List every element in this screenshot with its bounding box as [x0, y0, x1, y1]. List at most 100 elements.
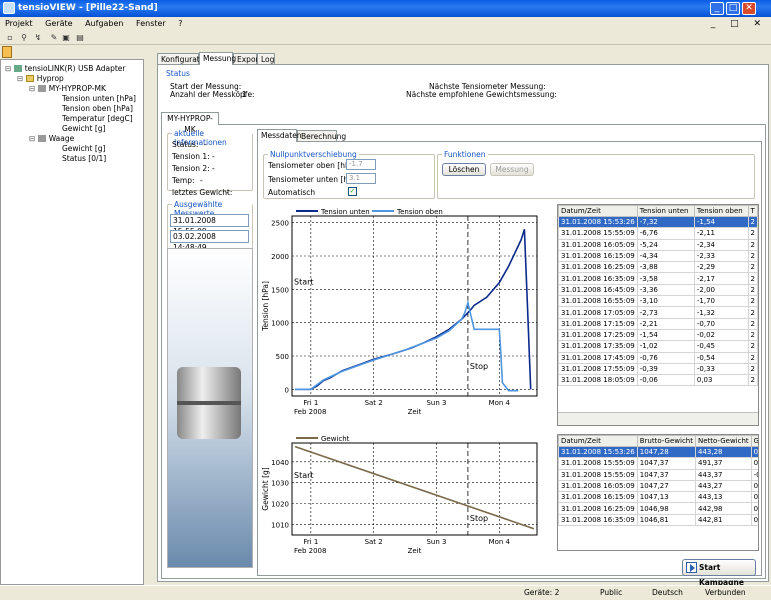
table-cell: -2,11 — [693, 227, 749, 240]
horizontal-scrollbar[interactable] — [558, 412, 758, 425]
window-icon[interactable]: ▤ — [74, 32, 86, 43]
table-row[interactable]: 31.01.2008 16:25:09 -3,88 -2,29 2 — [558, 261, 758, 274]
new-icon[interactable]: ▫ — [4, 32, 16, 43]
mdi-controls[interactable]: _ □ ✕ — [711, 17, 767, 31]
tree-channel[interactable]: Gewicht [g] — [62, 124, 105, 133]
table-cell: -0,76 — [636, 351, 695, 364]
table-row[interactable]: 31.01.2008 16:25:091046,98442,980,30 — [558, 502, 758, 515]
loeschen-button[interactable]: Löschen — [442, 163, 486, 176]
tree-channel[interactable]: Gewicht [g] — [62, 144, 105, 153]
column-header[interactable]: Netto-Gewicht — [694, 435, 752, 447]
table-row[interactable]: 31.01.2008 16:05:091047,27443,270,01 — [558, 479, 758, 493]
menu-aufgaben[interactable]: Aufgaben — [80, 17, 128, 31]
table-cell: -5,24 — [636, 238, 695, 251]
explorer-pin-icon[interactable] — [2, 46, 12, 58]
x-tick-label: Sun 3 — [426, 538, 446, 546]
search-icon[interactable]: ⚲ — [18, 32, 30, 43]
table-row[interactable]: 31.01.2008 16:35:09 -3,58 -2,17 2 — [558, 272, 758, 285]
table-row[interactable]: 31.01.2008 16:15:09 -4,34 -2,33 2 — [558, 249, 758, 263]
table-row[interactable]: 31.01.2008 15:55:091047,37491,370,00 — [558, 457, 758, 470]
window-title-bar[interactable]: tensioVIEW - [Pille22-Sand] — [0, 0, 771, 17]
plot-area — [291, 442, 538, 536]
tree-node-waage[interactable]: ⊟ Waage — [29, 134, 74, 143]
table-row[interactable]: 31.01.2008 15:55:091047,37443,37-0,09 — [558, 468, 758, 481]
table-row[interactable]: 31.01.2008 15:53:26 -7,32 -1,54 2 — [558, 215, 758, 229]
tree-channel[interactable]: Status [0/1] — [62, 154, 106, 163]
maximize-button[interactable]: □ — [726, 2, 740, 15]
table-row[interactable]: 31.01.2008 16:55:09 -3,10 -1,70 2 — [558, 295, 758, 308]
export-icon[interactable]: ▣ — [60, 32, 72, 43]
menu-geraete[interactable]: Geräte — [40, 17, 77, 31]
table-row[interactable]: 31.01.2008 16:35:091046,81442,810,47 — [558, 513, 758, 527]
table-row[interactable]: 31.01.2008 15:55:09 -6,76 -2,11 2 — [558, 227, 758, 240]
menu-projekt[interactable]: Projekt — [0, 17, 38, 31]
start-campaign-button[interactable]: Start Kampagne — [682, 559, 756, 587]
info-value: - — [204, 140, 207, 149]
tab-device[interactable]: MY-HYPROP-MK — [161, 112, 219, 134]
table-cell: -0,06 — [636, 374, 695, 387]
messung-panel: Status Start der Messung: Anzahl der Mes… — [157, 64, 769, 587]
table-cell: 0,00 — [750, 457, 758, 470]
messung-button[interactable]: Messung — [490, 163, 534, 176]
auto-checkbox[interactable]: ✓ — [348, 187, 357, 196]
table-cell: -2,17 — [693, 272, 749, 285]
close-window-button[interactable]: ✕ — [742, 2, 756, 15]
column-header[interactable]: Datum/Zeit — [558, 435, 638, 447]
column-header[interactable]: Gewicht — [750, 435, 758, 447]
folder-icon — [25, 75, 34, 82]
tab-messung[interactable]: Messung — [199, 52, 236, 65]
table-row[interactable]: 31.01.2008 17:25:09 -1,54 -0,02 2 — [558, 328, 758, 342]
table-row[interactable]: 31.01.2008 17:55:09 -0,39 -0,33 2 — [558, 362, 758, 376]
table-cell: 2 — [747, 306, 758, 319]
table-row[interactable]: 31.01.2008 15:53:261047,28443,280,00 — [558, 445, 758, 459]
tree-node-adapter[interactable]: ⊟ tensioLINK(R) USB Adapter — [5, 64, 125, 73]
tree-node-hyprop[interactable]: ⊟ Hyprop — [17, 74, 64, 83]
menu-fenster[interactable]: Fenster — [131, 17, 171, 31]
table-row[interactable]: 31.01.2008 17:05:09 -2,73 -1,32 2 — [558, 306, 758, 319]
tree-channel[interactable]: Tension oben [hPa] — [62, 104, 133, 113]
tools-icon[interactable]: ✎ — [48, 32, 60, 43]
column-header[interactable]: Brutto-Gewicht — [636, 435, 696, 447]
table-cell: -4,34 — [636, 249, 695, 263]
tab-messdaten[interactable]: Messdaten — [257, 129, 302, 142]
plot-area — [291, 215, 538, 397]
minimize-button[interactable]: _ — [710, 2, 724, 15]
weight-table[interactable]: Datum/ZeitBrutto-GewichtNetto-GewichtGew… — [557, 434, 759, 551]
status-profile[interactable]: Public — [600, 586, 622, 600]
table-cell: -2,21 — [636, 317, 695, 330]
column-header[interactable]: T — [747, 205, 758, 217]
table-row[interactable]: 31.01.2008 18:05:09 -0,06 0,03 2 — [558, 374, 758, 387]
to-date-input[interactable]: 03.02.2008 14:48:49 — [170, 230, 249, 252]
column-header[interactable]: Datum/Zeit — [558, 205, 638, 217]
table-row[interactable]: 31.01.2008 16:15:091047,13443,130,15 — [558, 491, 758, 504]
connect-icon[interactable]: ↯ — [32, 32, 44, 43]
table-cell: 1046,81 — [636, 513, 696, 527]
status-connection: Verbunden — [705, 588, 746, 597]
table-row[interactable]: 31.01.2008 17:45:09 -0,76 -0,54 2 — [558, 351, 758, 364]
table-row[interactable]: 31.01.2008 17:15:09 -2,21 -0,70 2 — [558, 317, 758, 330]
table-row[interactable]: 31.01.2008 16:05:09 -5,24 -2,34 2 — [558, 238, 758, 251]
menu-help[interactable]: ? — [173, 17, 187, 31]
y-tick-label: 2000 — [271, 253, 289, 261]
tree-channel[interactable]: Temperatur [degC] — [62, 114, 133, 123]
unten-offset-input[interactable]: 3.1 — [346, 173, 376, 184]
table-cell: -2,29 — [693, 261, 749, 274]
table-cell: 2 — [747, 328, 758, 342]
status-language[interactable]: Deutsch — [652, 586, 683, 600]
tree-node-device[interactable]: ⊟ MY-HYPROP-MK — [29, 84, 106, 93]
table-cell: 31.01.2008 16:45:09 — [558, 283, 638, 297]
tree-channel[interactable]: Tension unten [hPa] — [62, 94, 136, 103]
table-row[interactable]: 31.01.2008 16:45:09 -3,36 -2,00 2 — [558, 283, 758, 297]
table-cell: 2 — [747, 272, 758, 285]
oben-offset-input[interactable]: -1.7 — [346, 159, 376, 170]
toolbar — [0, 31, 771, 45]
scale-icon — [37, 135, 46, 142]
table-row[interactable]: 31.01.2008 17:35:09 -1,02 -0,45 2 — [558, 340, 758, 353]
table-cell: -3,36 — [636, 283, 695, 297]
from-date-input[interactable]: 31.01.2008 15:55:09 — [170, 214, 249, 236]
column-header[interactable]: Tension oben — [693, 205, 749, 217]
table-cell: 31.01.2008 16:25:09 — [558, 502, 638, 515]
tension-table[interactable]: Datum/Zeit Tension unten Tension oben T 31.0… — [557, 204, 759, 426]
table-cell: 31.01.2008 15:53:26 — [558, 445, 638, 459]
column-header[interactable]: Tension unten — [636, 205, 695, 217]
